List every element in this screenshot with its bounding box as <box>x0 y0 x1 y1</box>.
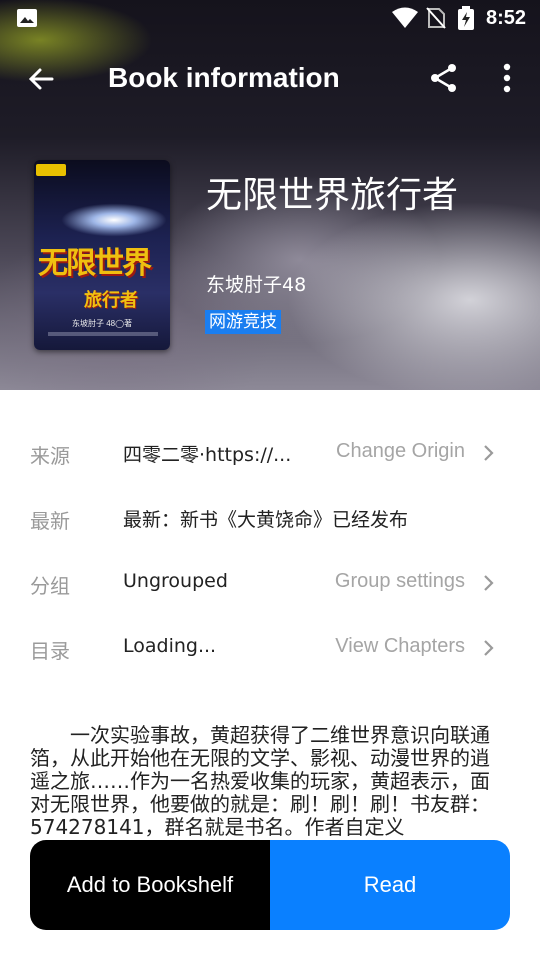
category-tag: 网游竞技 <box>205 310 281 334</box>
latest-value: 最新：新书《大黄饶命》已经发布 <box>123 509 409 531</box>
book-header-background: 8:52 Book information 无限世界 旅行者 东坡肘子 48◯著… <box>0 0 540 390</box>
source-row[interactable]: 来源 四零二零·https://... Change Origin <box>0 428 540 478</box>
app-bar: Book information <box>0 48 540 108</box>
status-bar: 8:52 <box>0 0 540 36</box>
status-time: 8:52 <box>486 7 527 29</box>
latest-label: 最新 <box>30 509 70 533</box>
wifi-icon <box>392 7 418 28</box>
source-label: 来源 <box>30 444 70 468</box>
book-author[interactable]: 东坡肘子48 <box>206 270 306 297</box>
read-button[interactable]: Read <box>270 840 510 930</box>
page-title: Book information <box>108 62 340 93</box>
chevron-right-icon <box>484 575 494 591</box>
source-value: 四零二零·https://... <box>123 444 292 466</box>
battery-charging-icon <box>458 6 474 30</box>
group-value: Ungrouped <box>123 570 228 592</box>
group-settings-button[interactable]: Group settings <box>335 570 465 593</box>
chevron-right-icon <box>484 640 494 656</box>
cover-subtitle: 旅行者 <box>84 290 138 310</box>
group-row[interactable]: 分组 Ungrouped Group settings <box>0 558 540 608</box>
back-arrow-icon[interactable] <box>24 62 58 96</box>
book-cover[interactable]: 无限世界 旅行者 东坡肘子 48◯著 <box>34 160 170 350</box>
gallery-icon <box>17 9 37 27</box>
cover-byline: 东坡肘子 48◯著 <box>72 319 133 328</box>
latest-row: 最新 最新：新书《大黄饶命》已经发布 <box>0 493 540 543</box>
group-label: 分组 <box>30 574 70 598</box>
share-icon[interactable] <box>428 62 460 94</box>
publisher-logo <box>36 164 66 176</box>
cover-title: 无限世界 <box>38 247 152 280</box>
book-introduction: 一次实验事故，黄超获得了二维世界意识向联通箔，从此开始他在无限的文学、影视、动漫… <box>30 724 490 839</box>
toc-label: 目录 <box>30 639 70 663</box>
toc-value: Loading... <box>123 635 217 657</box>
view-chapters-button[interactable]: View Chapters <box>335 635 465 658</box>
cover-decoration <box>48 332 158 336</box>
change-origin-button[interactable]: Change Origin <box>336 440 465 463</box>
add-to-bookshelf-button[interactable]: Add to Bookshelf <box>30 840 270 930</box>
chevron-right-icon <box>484 445 494 461</box>
more-vert-icon[interactable] <box>496 62 518 94</box>
toc-row[interactable]: 目录 Loading... View Chapters <box>0 623 540 673</box>
book-title: 无限世界旅行者 <box>206 175 459 216</box>
no-sim-icon <box>426 7 446 29</box>
